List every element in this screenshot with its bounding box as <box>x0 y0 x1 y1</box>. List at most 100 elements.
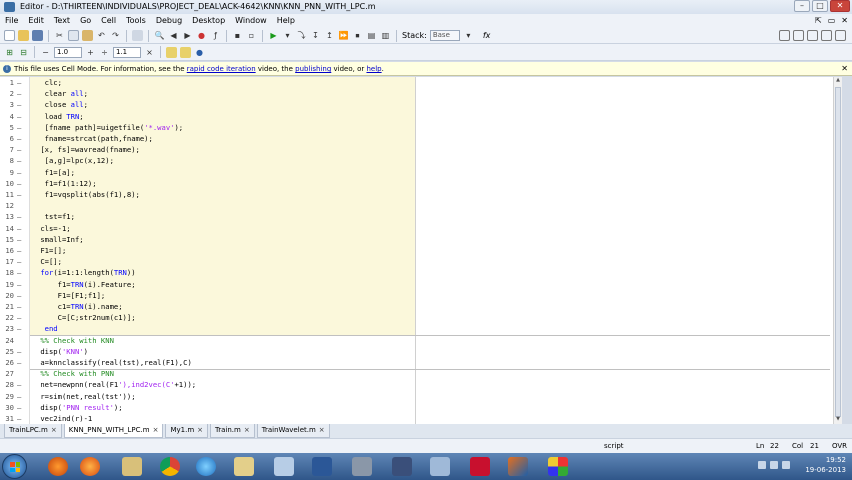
breakpoint-marker[interactable]: – <box>17 391 21 402</box>
code-line[interactable]: 19– f1=TRN(i).Feature; <box>0 279 842 290</box>
code-line[interactable]: 30– disp('PNN result'); <box>0 402 842 413</box>
chrome-icon[interactable] <box>160 457 180 476</box>
undo-icon[interactable]: ↶ <box>96 30 107 41</box>
help-link[interactable]: help <box>366 65 381 73</box>
step-icon[interactable]: ⤵ <box>296 30 307 41</box>
show-cell-titles-icon[interactable] <box>166 46 177 58</box>
print-icon[interactable] <box>132 30 143 41</box>
tray-arrow-icon[interactable] <box>758 461 766 469</box>
code-line[interactable]: 4– load TRN; <box>0 111 842 122</box>
code-line[interactable]: 26– a=knnclassify(real(tst),real(F1),C) <box>0 357 842 368</box>
code-line[interactable]: 14– cls=-1; <box>0 223 842 234</box>
code-line[interactable]: 29– r=sim(net,real(tst')); <box>0 391 842 402</box>
code-line[interactable]: 21– c1=TRN(i).name; <box>0 301 842 312</box>
multiply-icon[interactable]: × <box>144 47 155 58</box>
tab-close-icon[interactable]: × <box>153 426 159 434</box>
usb-icon[interactable] <box>352 457 372 476</box>
code-line[interactable]: 5– [fname path]=uigetfile('*.wav'); <box>0 122 842 133</box>
code-line[interactable]: 3– close all; <box>0 99 842 110</box>
tab-close-icon[interactable]: × <box>197 426 203 434</box>
breakpoint-marker[interactable]: – <box>17 99 21 110</box>
redo-icon[interactable]: ↷ <box>110 30 121 41</box>
breakpoint-marker[interactable]: – <box>17 234 21 245</box>
code-line[interactable]: 20– F1=[F1;f1]; <box>0 290 842 301</box>
breakpoint-marker[interactable]: – <box>17 133 21 144</box>
tab-close-icon[interactable]: × <box>244 426 250 434</box>
infinity-icon[interactable] <box>392 457 412 476</box>
folder-icon[interactable] <box>122 457 142 476</box>
bookmark-icon[interactable]: ● <box>196 30 207 41</box>
run-options-icon[interactable]: ▾ <box>282 30 293 41</box>
debug-extra2-icon[interactable]: ▥ <box>380 30 391 41</box>
start-button[interactable] <box>2 454 27 479</box>
code-line[interactable]: 15– small=Inf; <box>0 234 842 245</box>
code-line[interactable]: 27 %% Check with PNN <box>0 368 842 379</box>
tab-close-icon[interactable]: × <box>319 426 325 434</box>
breakpoint-marker[interactable]: – <box>17 88 21 99</box>
exit-debug-icon[interactable]: ⏹ <box>352 30 363 41</box>
code-line[interactable]: 25– disp('KNN') <box>0 346 842 357</box>
code-line[interactable]: 6– fname=strcat(path,fname); <box>0 133 842 144</box>
breakpoint-marker[interactable]: – <box>17 223 21 234</box>
split-vertical-icon[interactable] <box>793 30 804 41</box>
rapid-code-iteration-link[interactable]: rapid code iteration <box>187 65 256 73</box>
menu-window[interactable]: Window <box>230 14 272 28</box>
code-line[interactable]: 2– clear all; <box>0 88 842 99</box>
code-line[interactable]: 17– C=[]; <box>0 256 842 267</box>
breakpoint-marker[interactable]: – <box>17 111 21 122</box>
breakpoint-marker[interactable]: – <box>17 211 21 222</box>
menu-tools[interactable]: Tools <box>121 14 151 28</box>
image-icon[interactable] <box>430 457 450 476</box>
split-horizontal-icon[interactable] <box>807 30 818 41</box>
breakpoint-marker[interactable]: – <box>17 245 21 256</box>
breakpoint-marker[interactable]: – <box>17 167 21 178</box>
code-line[interactable]: 8– [a,g]=lpc(x,12); <box>0 155 842 166</box>
float-layout-icon[interactable] <box>821 30 832 41</box>
paste-icon[interactable] <box>82 30 93 41</box>
media-player-icon[interactable] <box>48 457 68 476</box>
set-breakpoint-icon[interactable]: ▪ <box>232 30 243 41</box>
cut-icon[interactable]: ✂ <box>54 30 65 41</box>
fx-icon[interactable]: fx <box>483 31 491 40</box>
breakpoint-marker[interactable]: – <box>17 402 21 413</box>
divide-icon[interactable]: ÷ <box>99 47 110 58</box>
save-icon[interactable] <box>32 30 43 41</box>
cell-value-field-2[interactable]: 1.1 <box>113 46 141 58</box>
code-line[interactable]: 9– f1=[a]; <box>0 167 842 178</box>
minimize-icon[interactable]: – <box>794 0 810 12</box>
menu-cell[interactable]: Cell <box>96 14 121 28</box>
find-icon[interactable]: 🔍 <box>154 30 165 41</box>
tab-my1[interactable]: My1.m × <box>165 424 209 438</box>
tab-trainwavelet[interactable]: TrainWavelet.m × <box>256 424 330 438</box>
breakpoint-marker[interactable]: – <box>17 301 21 312</box>
continue-icon[interactable]: ⏩ <box>338 30 349 41</box>
breakpoint-marker[interactable]: – <box>17 357 21 368</box>
matlab-icon[interactable] <box>508 457 528 476</box>
code-line[interactable]: 1– clc; <box>0 77 842 88</box>
tile-layout-icon[interactable] <box>779 30 790 41</box>
breakpoint-marker[interactable]: – <box>17 413 21 424</box>
code-line[interactable]: 28– net=newpnn(real(F1'),ind2vec(C'+1)); <box>0 379 842 390</box>
code-line[interactable]: 10– f1=f1(1:12); <box>0 178 842 189</box>
system-clock[interactable]: 19:52 19-06-2013 <box>805 455 846 475</box>
tray-volume-icon[interactable] <box>782 461 790 469</box>
cell-help-icon[interactable]: ● <box>194 47 205 58</box>
maximize-layout-icon[interactable] <box>835 30 846 41</box>
editor-close-icon[interactable]: ✕ <box>841 14 848 28</box>
maximize-icon[interactable]: □ <box>812 0 828 12</box>
menu-desktop[interactable]: Desktop <box>187 14 230 28</box>
word-icon[interactable] <box>312 457 332 476</box>
breakpoint-marker[interactable]: – <box>17 77 21 88</box>
breakpoint-marker[interactable]: – <box>17 346 21 357</box>
tab-train[interactable]: Train.m × <box>210 424 255 438</box>
code-line[interactable]: 24 %% Check with KNN <box>0 335 842 346</box>
step-in-icon[interactable]: ↧ <box>310 30 321 41</box>
breakpoint-marker[interactable]: – <box>17 256 21 267</box>
breakpoint-marker[interactable]: – <box>17 267 21 278</box>
code-line[interactable]: 31– vec2ind(r)-1 <box>0 413 842 424</box>
menu-edit[interactable]: Edit <box>23 14 49 28</box>
scroll-up-icon[interactable]: ▲ <box>834 77 842 85</box>
explorer-icon[interactable] <box>234 457 254 476</box>
menu-file[interactable]: File <box>0 14 23 28</box>
function-browser-icon[interactable]: ƒ <box>210 30 221 41</box>
